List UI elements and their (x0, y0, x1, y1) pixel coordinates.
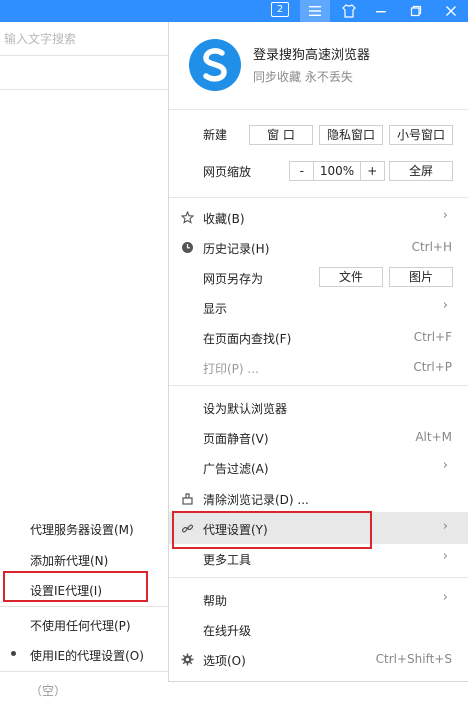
menu-item-save-as: 网页另存为 (203, 272, 264, 286)
chevron-right-icon: › (442, 549, 448, 564)
chevron-right-icon: › (442, 458, 448, 473)
new-private-window-button[interactable]: 隐私窗口 (319, 125, 383, 145)
skin-icon[interactable] (334, 0, 364, 22)
zoom-control: - 100% + (289, 161, 385, 181)
star-icon (180, 210, 194, 224)
title-bar: 2 (0, 0, 468, 22)
menu-item-default-browser[interactable]: 设为默认浏览器 (203, 400, 287, 417)
highlight-box-ie-proxy (3, 571, 148, 602)
menu-item-display[interactable]: 显示 (203, 300, 227, 317)
menu-item-favorites[interactable]: 收藏(B) (203, 210, 245, 227)
browser-main-menu: 登录搜狗高速浏览器 同步收藏 永不丢失 新建 窗 口 隐私窗口 小号窗口 网页缩… (168, 22, 468, 682)
tab-count-icon[interactable]: 2 (271, 2, 289, 17)
menu-item-more-tools[interactable]: 更多工具 (203, 551, 251, 568)
fullscreen-button[interactable]: 全屏 (389, 161, 453, 181)
print-shortcut: Ctrl+P (413, 360, 452, 374)
menu-item-history[interactable]: 历史记录(H) (203, 240, 269, 257)
chevron-right-icon: › (442, 298, 448, 313)
divider (169, 197, 468, 198)
options-shortcut: Ctrl+Shift+S (375, 652, 452, 666)
zoom-label: 网页缩放 (203, 165, 252, 179)
new-label: 新建 (203, 128, 228, 142)
new-small-window-button[interactable]: 小号窗口 (389, 125, 453, 145)
login-title[interactable]: 登录搜狗高速浏览器 (253, 44, 370, 63)
menu-item-find[interactable]: 在页面内查找(F) (203, 330, 291, 347)
divider (169, 109, 468, 110)
history-shortcut: Ctrl+H (411, 240, 452, 254)
menu-item-upgrade[interactable]: 在线升级 (203, 622, 251, 639)
clock-icon (180, 240, 194, 254)
empty-proxy-item: （空） (30, 684, 67, 698)
zoom-out-button[interactable]: - (290, 162, 313, 180)
close-icon[interactable] (436, 0, 466, 22)
menu-item-help[interactable]: 帮助 (203, 592, 227, 609)
divider (169, 577, 468, 578)
menu-item-mute[interactable]: 页面静音(V) (203, 430, 269, 447)
zoom-in-button[interactable]: + (361, 162, 384, 180)
mute-shortcut: Alt+M (415, 430, 452, 444)
save-file-button[interactable]: 文件 (319, 267, 383, 287)
menu-item-ad-filter[interactable]: 广告过滤(A) (203, 460, 269, 477)
no-proxy-item[interactable]: 不使用任何代理(P) (30, 617, 131, 634)
divider (169, 385, 468, 386)
proxy-server-settings-item[interactable]: 代理服务器设置(M) (30, 521, 134, 538)
restore-icon[interactable] (401, 0, 431, 22)
chevron-right-icon: › (442, 208, 448, 223)
sogou-logo-icon[interactable] (189, 39, 241, 91)
menu-item-print[interactable]: 打印(P) ... (203, 360, 259, 377)
zoom-value: 100% (313, 162, 361, 180)
find-shortcut: Ctrl+F (413, 330, 452, 344)
divider (0, 671, 168, 672)
chevron-right-icon: › (442, 590, 448, 605)
selected-dot-icon (11, 651, 16, 656)
menu-icon[interactable] (300, 0, 330, 22)
new-window-button[interactable]: 窗 口 (249, 125, 313, 145)
divider (0, 606, 168, 607)
gear-icon (180, 652, 194, 666)
search-input[interactable]: 输入文字搜索 (0, 22, 168, 56)
divider (0, 89, 168, 90)
chevron-right-icon: › (442, 519, 448, 534)
highlight-box-proxy-settings (172, 511, 372, 549)
menu-item-clear-history[interactable]: 清除浏览记录(D) ... (203, 491, 309, 508)
login-subtitle: 同步收藏 永不丢失 (253, 70, 353, 84)
save-image-button[interactable]: 图片 (389, 267, 453, 287)
add-proxy-item[interactable]: 添加新代理(N) (30, 552, 108, 569)
menu-item-options[interactable]: 选项(O) (203, 652, 246, 669)
clear-history-icon (180, 491, 194, 505)
use-ie-proxy-item[interactable]: 使用IE的代理设置(O) (30, 647, 144, 664)
minimize-icon[interactable] (366, 0, 396, 22)
proxy-submenu: 代理服务器设置(M) 添加新代理(N) 设置IE代理(I) 不使用任何代理(P)… (0, 512, 168, 704)
